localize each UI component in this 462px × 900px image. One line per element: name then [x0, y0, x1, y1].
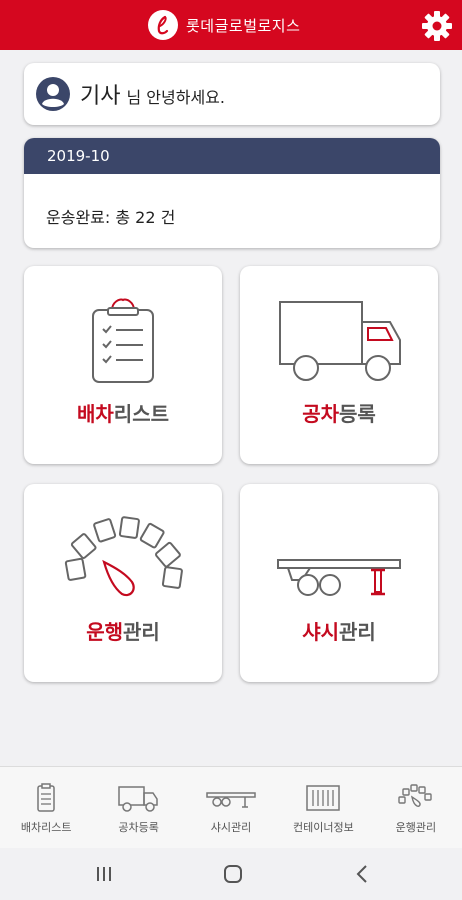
greeting-card: 기사 님 안녕하세요. [24, 63, 440, 125]
brand-logo-icon [148, 10, 178, 40]
system-navigation-bar [0, 848, 462, 900]
delivery-complete-count: 운송완료: 총 22 건 [46, 208, 176, 227]
brand-logo-mark [157, 15, 169, 35]
brand: 롯데글로벌로지스 [148, 9, 300, 41]
greeting-text: 님 안녕하세요. [126, 88, 225, 107]
dispatch-list-tile[interactable]: 배차리스트 [24, 266, 222, 464]
nav-operation-management[interactable]: 운행관리 [370, 767, 462, 848]
operation-management-label: 운행관리 [86, 620, 160, 644]
chassis-management-tile[interactable]: 샤시관리 [240, 484, 438, 682]
chassis-icon [277, 559, 401, 596]
nav-chassis-management-label: 샤시관리 [210, 821, 252, 834]
empty-vehicle-register-label: 공차등록 [302, 402, 376, 426]
monthly-summary-card: 2019-10 운송완료: 총 22 건 [24, 138, 440, 248]
clipboard-icon [37, 783, 55, 812]
gauge-icon [398, 784, 432, 807]
user-icon [36, 77, 70, 111]
summary-period: 2019-10 [24, 138, 440, 174]
app-header: 롯데글로벌로지스 [0, 0, 462, 50]
dispatch-list-label: 배차리스트 [76, 402, 169, 426]
empty-vehicle-register-tile[interactable]: 공차등록 [240, 266, 438, 464]
nav-empty-vehicle-register[interactable]: 공차등록 [92, 767, 184, 848]
nav-dispatch-list-label: 배차리스트 [20, 821, 72, 834]
nav-dispatch-list[interactable]: 배차리스트 [0, 767, 92, 848]
nav-operation-management-label: 운행관리 [395, 821, 437, 834]
chassis-management-label: 샤시관리 [302, 620, 376, 644]
bottom-navigation: 배차리스트 공차등록 샤시관리 컨테이너정보 운행관리 [0, 766, 462, 848]
nav-empty-vehicle-register-label: 공차등록 [118, 821, 159, 834]
truck-icon [117, 786, 158, 812]
home-icon[interactable] [219, 862, 247, 886]
recents-icon[interactable] [90, 862, 118, 886]
operation-management-tile[interactable]: 운행관리 [24, 484, 222, 682]
gauge-icon [64, 516, 183, 597]
gear-icon[interactable] [421, 10, 453, 42]
truck-icon [279, 301, 401, 381]
nav-container-info-label: 컨테이너정보 [293, 821, 354, 834]
clipboard-checklist-icon [92, 298, 154, 383]
chassis-icon [206, 792, 256, 808]
container-icon [306, 785, 341, 811]
brand-name: 롯데글로벌로지스 [186, 16, 301, 35]
back-icon[interactable] [349, 862, 377, 886]
nav-chassis-management[interactable]: 샤시관리 [185, 767, 277, 848]
driver-name: 기사 [80, 84, 121, 109]
nav-container-info[interactable]: 컨테이너정보 [277, 767, 369, 848]
